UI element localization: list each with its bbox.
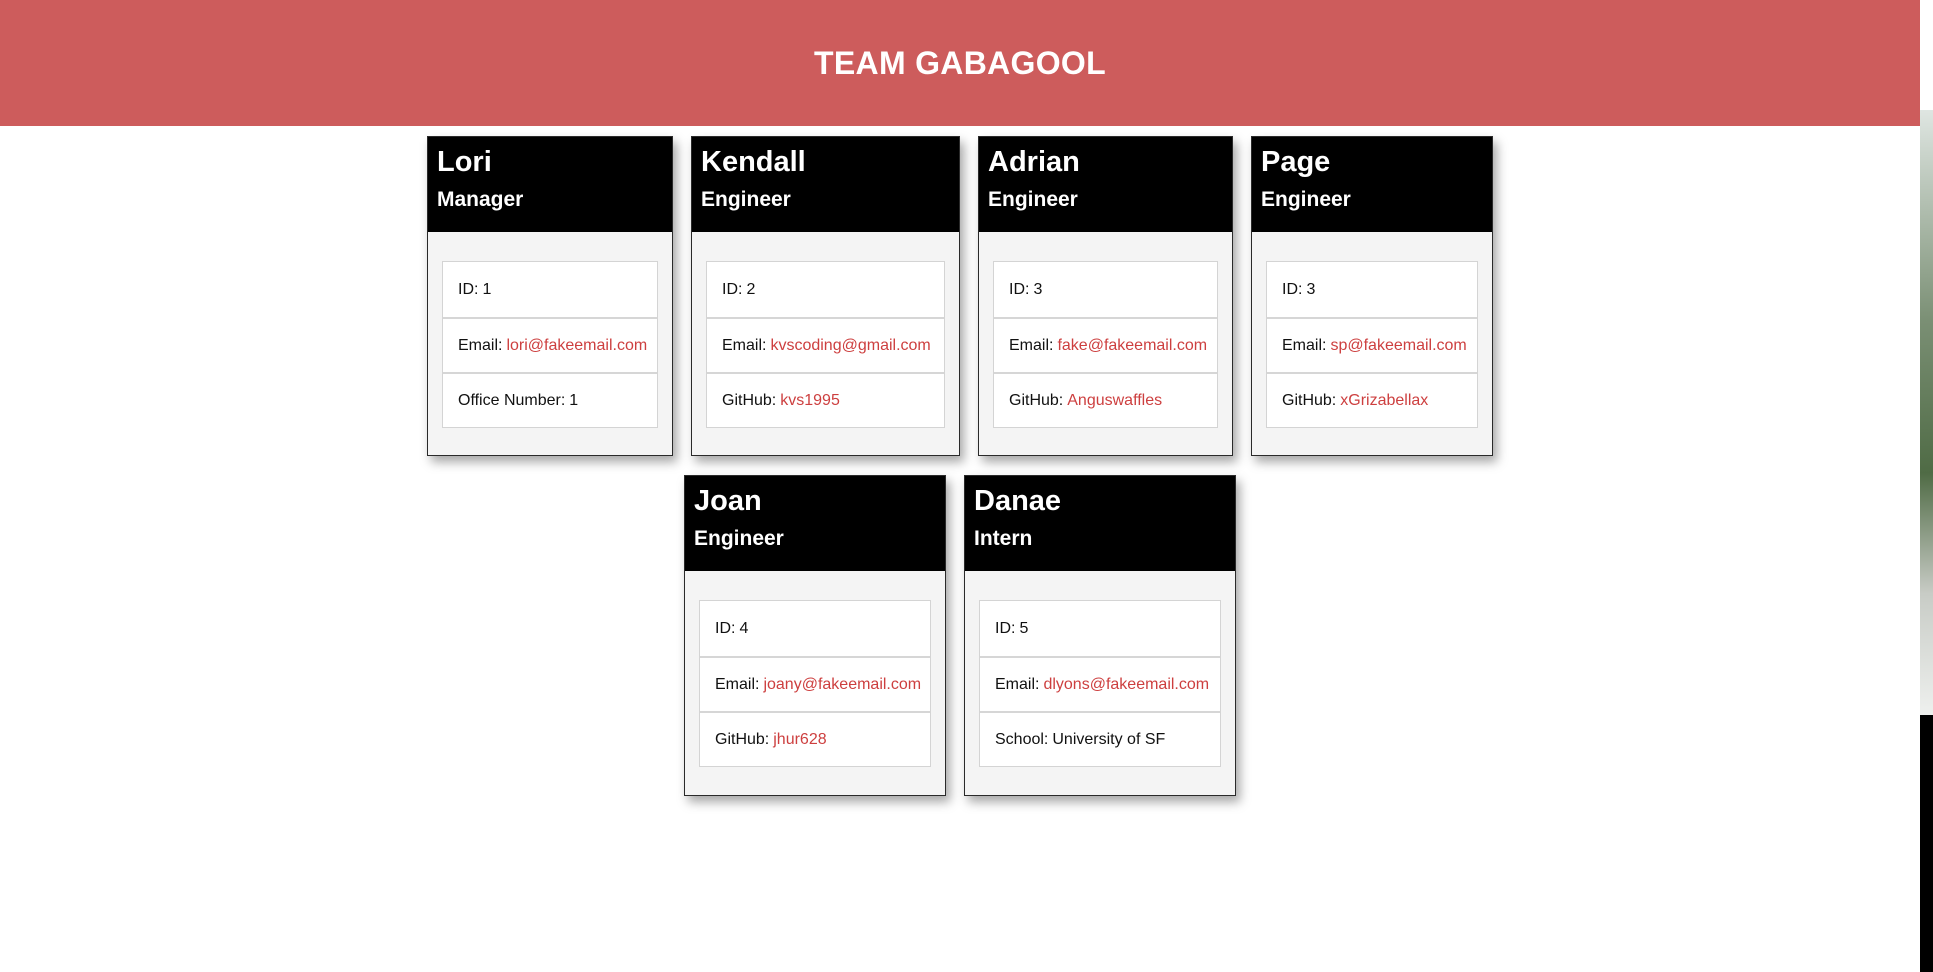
email-link[interactable]: fake@fakeemail.com	[1057, 337, 1207, 355]
card-header: Danae Intern	[965, 476, 1235, 571]
card-body: ID: 4 Email: joany@fakeemail.com GitHub: jh…	[685, 571, 945, 767]
id-value: 3	[1306, 280, 1316, 298]
email-link[interactable]: sp@fakeemail.com	[1330, 337, 1466, 355]
employee-name: Page	[1261, 146, 1331, 178]
office-number-row: Office Number: 1	[443, 372, 657, 427]
email-label: Email:	[995, 675, 1040, 693]
card-body: ID: 3 Email: fake@fakeemail.com GitHub: Ang…	[979, 232, 1232, 428]
info-list: ID: 3 Email: fake@fakeemail.com GitHub: Ang…	[993, 261, 1218, 428]
github-link[interactable]: Anguswaffles	[1067, 392, 1162, 410]
info-list: ID: 4 Email: joany@fakeemail.com GitHub: jh…	[699, 600, 931, 767]
info-list: ID: 5 Email: dlyons@fakeemail.com School: U…	[979, 600, 1221, 767]
id-label: ID:	[1282, 280, 1303, 298]
id-label: ID:	[1009, 280, 1030, 298]
github-label: GitHub:	[722, 391, 777, 409]
school-label: School:	[995, 730, 1049, 748]
github-row: GitHub: xGrizabellax	[1267, 372, 1477, 427]
employee-card-adrian: Adrian Engineer ID: 3 Email: fake@fakeemai…	[978, 136, 1233, 456]
background-image-strip	[1920, 110, 1933, 715]
employee-card-joan: Joan Engineer ID: 4 Email: joany@fakeemail…	[684, 475, 946, 796]
employee-name: Danae	[974, 485, 1062, 517]
email-link[interactable]: joany@fakeemail.com	[763, 676, 921, 694]
info-list: ID: 1 Email: lori@fakeemail.com Office Num…	[442, 261, 658, 428]
background-dark-strip	[1920, 715, 1933, 972]
employee-card-page: Page Engineer ID: 3 Email: sp@fakeemail.co…	[1251, 136, 1493, 456]
employee-name: Kendall	[701, 146, 806, 178]
email-label: Email:	[458, 336, 503, 354]
card-header: Kendall Engineer	[692, 137, 959, 232]
team-banner: TEAM GABAGOOL	[0, 0, 1920, 126]
github-row: GitHub: kvs1995	[707, 372, 944, 427]
github-row: GitHub: Anguswaffles	[994, 372, 1217, 427]
info-list: ID: 3 Email: sp@fakeemail.com GitHub: xGriz…	[1266, 261, 1478, 428]
card-body: ID: 3 Email: sp@fakeemail.com GitHub: xGriz…	[1252, 232, 1492, 428]
email-row: Email: sp@fakeemail.com	[1267, 317, 1477, 372]
id-label: ID:	[458, 280, 479, 298]
employee-card-danae: Danae Intern ID: 5 Email: dlyons@fakeemail…	[964, 475, 1236, 796]
github-row: GitHub: jhur628	[700, 711, 930, 766]
school-row: School: University of SF	[980, 711, 1220, 766]
email-label: Email:	[715, 675, 760, 693]
card-header: Joan Engineer	[685, 476, 945, 571]
github-link[interactable]: jhur628	[773, 731, 826, 749]
id-label: ID:	[995, 619, 1016, 637]
id-row: ID: 3	[994, 262, 1217, 317]
card-header: Adrian Engineer	[979, 137, 1232, 232]
card-body: ID: 5 Email: dlyons@fakeemail.com School: U…	[965, 571, 1235, 767]
page: TEAM GABAGOOL Lori Manager ID: 1 Email: lo…	[0, 0, 1933, 972]
info-list: ID: 2 Email: kvscoding@gmail.com GitHub: kv…	[706, 261, 945, 428]
id-row: ID: 3	[1267, 262, 1477, 317]
card-header: Page Engineer	[1252, 137, 1492, 232]
id-label: ID:	[715, 619, 736, 637]
email-link[interactable]: dlyons@fakeemail.com	[1043, 676, 1209, 694]
id-value: 3	[1033, 280, 1043, 298]
page-title: TEAM GABAGOOL	[814, 44, 1106, 81]
employee-card-kendall: Kendall Engineer ID: 2 Email: kvscoding@gm…	[691, 136, 960, 456]
id-value: 2	[746, 280, 756, 298]
email-label: Email:	[1282, 336, 1327, 354]
school-value: University of SF	[1052, 730, 1166, 748]
email-row: Email: fake@fakeemail.com	[994, 317, 1217, 372]
id-value: 4	[739, 619, 749, 637]
card-body: ID: 1 Email: lori@fakeemail.com Office Num…	[428, 232, 672, 428]
id-row: ID: 2	[707, 262, 944, 317]
email-link[interactable]: kvscoding@gmail.com	[770, 337, 930, 355]
github-label: GitHub:	[1282, 391, 1337, 409]
employee-name: Joan	[694, 485, 762, 517]
id-value: 1	[482, 280, 492, 298]
github-label: GitHub:	[715, 730, 770, 748]
id-row: ID: 4	[700, 601, 930, 656]
office-number-value: 1	[569, 391, 579, 409]
email-link[interactable]: lori@fakeemail.com	[506, 337, 647, 355]
employee-card-lori: Lori Manager ID: 1 Email: lori@fakeemail.c…	[427, 136, 673, 456]
card-header: Lori Manager	[428, 137, 672, 232]
id-row: ID: 1	[443, 262, 657, 317]
email-row: Email: kvscoding@gmail.com	[707, 317, 944, 372]
employee-role: Engineer	[694, 527, 784, 550]
employee-role: Intern	[974, 527, 1033, 550]
email-row: Email: joany@fakeemail.com	[700, 656, 930, 711]
card-body: ID: 2 Email: kvscoding@gmail.com GitHub: kv…	[692, 232, 959, 428]
employee-role: Manager	[437, 188, 524, 211]
office-number-label: Office Number:	[458, 391, 566, 409]
employee-role: Engineer	[701, 188, 791, 211]
github-link[interactable]: kvs1995	[780, 392, 840, 410]
employee-name: Lori	[437, 146, 492, 178]
email-row: Email: dlyons@fakeemail.com	[980, 656, 1220, 711]
id-row: ID: 5	[980, 601, 1220, 656]
employee-role: Engineer	[988, 188, 1078, 211]
email-label: Email:	[1009, 336, 1054, 354]
github-label: GitHub:	[1009, 391, 1064, 409]
email-label: Email:	[722, 336, 767, 354]
id-value: 5	[1019, 619, 1029, 637]
id-label: ID:	[722, 280, 743, 298]
employee-name: Adrian	[988, 146, 1080, 178]
github-link[interactable]: xGrizabellax	[1340, 392, 1428, 410]
employee-role: Engineer	[1261, 188, 1351, 211]
email-row: Email: lori@fakeemail.com	[443, 317, 657, 372]
